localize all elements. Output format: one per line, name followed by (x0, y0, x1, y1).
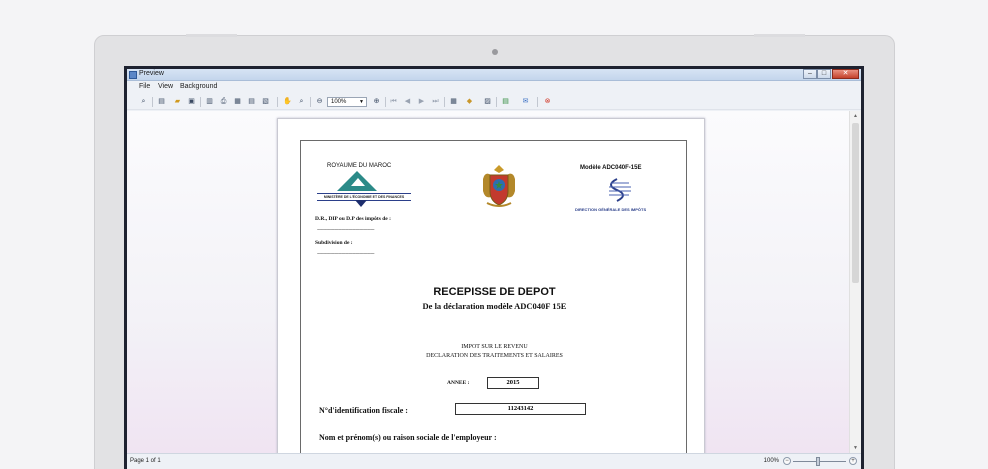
subdivision-label: Subdivision de : (315, 240, 353, 246)
title-bar: Preview – □ ✕ (127, 69, 861, 81)
watermark-icon[interactable]: ▨ (483, 97, 492, 106)
folder-icon[interactable]: ▰ (173, 97, 182, 106)
page-border: ROYAUME DU MAROC MINISTÈRE DE L'ÉCONOMIE… (300, 140, 687, 453)
print-preview-icon[interactable]: ▦ (233, 97, 242, 106)
scroll-up-icon[interactable]: ▲ (850, 111, 861, 121)
laptop-screen: Preview – □ ✕ File View Background ⌕ ▤ ▰… (124, 66, 864, 469)
document-subtitle: De la déclaration modèle ADC040F 15E (422, 301, 567, 311)
document-page: ROYAUME DU MAROC MINISTÈRE DE L'ÉCONOMIE… (277, 118, 705, 453)
toolbar: ⌕ ▤ ▰ ▣ ▥ ⎙ ▦ ▤ ▧ ✋ ⌕ ⊖ 100% ▼ ⊕ ⏮ ◀ ▶ ⏭… (127, 94, 861, 110)
toolbar-separator (444, 97, 445, 107)
toolbar-separator (385, 97, 386, 107)
toolbar-separator (277, 97, 278, 107)
scroll-thumb[interactable] (852, 123, 859, 283)
page-setup-icon[interactable]: ▥ (205, 97, 214, 106)
hand-tool-icon[interactable]: ✋ (283, 97, 292, 106)
employer-name-label: Nom et prénom(s) ou raison sociale de l'… (319, 433, 497, 442)
document-title: RECEPISSE DE DEPOT (433, 286, 556, 298)
year-value: 2015 (487, 377, 539, 389)
zoom-select[interactable]: 100% ▼ (327, 97, 367, 107)
kingdom-text: ROYAUME DU MAROC (327, 163, 392, 169)
year-label: ANNEE : (447, 380, 470, 386)
window-title: Preview (139, 70, 164, 77)
minimize-button[interactable]: – (803, 69, 817, 79)
zoom-slider-thumb[interactable] (816, 457, 820, 466)
tax-id-label: N°d'identification fiscale : (319, 406, 408, 415)
camera-icon (492, 49, 498, 55)
close-button[interactable]: ✕ (832, 69, 859, 79)
page-indicator: Page 1 of 1 (130, 458, 161, 464)
menu-file[interactable]: File (139, 83, 150, 90)
ministry-arrow-icon (355, 200, 367, 207)
tax-type: IMPOT SUR LE REVENU (461, 344, 528, 350)
color-icon[interactable]: ◆ (465, 97, 474, 106)
model-label: Modèle ADC040F-15E (580, 165, 642, 171)
toolbar-separator (200, 97, 201, 107)
toolbar-separator (496, 97, 497, 107)
vertical-scrollbar[interactable]: ▲ ▼ (849, 111, 861, 453)
layout-icon[interactable]: ▧ (261, 97, 270, 106)
toolbar-separator (152, 97, 153, 107)
preview-canvas: ROYAUME DU MAROC MINISTÈRE DE L'ÉCONOMIE… (127, 111, 849, 453)
print-icon[interactable]: ⎙ (219, 97, 228, 106)
dgi-name: DIRECTION GÉNÉRALE DES IMPÔTS (575, 207, 647, 212)
zoom-minus-button[interactable]: − (783, 457, 791, 465)
close-preview-icon[interactable]: ⊗ (543, 97, 552, 106)
hinge-right (754, 34, 805, 37)
toolbar-separator (537, 97, 538, 107)
find-icon[interactable]: ⌕ (139, 97, 148, 106)
email-icon[interactable]: ✉ (521, 97, 530, 106)
menu-bar: File View Background (127, 82, 861, 93)
zoom-percent: 100% (763, 458, 779, 464)
preview-window: Preview – □ ✕ File View Background ⌕ ▤ ▰… (127, 69, 861, 469)
ministry-logo-inner (351, 178, 365, 186)
save-icon[interactable]: ▣ (187, 97, 196, 106)
open-icon[interactable]: ▤ (157, 97, 166, 106)
next-page-icon[interactable]: ▶ (417, 97, 426, 106)
status-bar: Page 1 of 1 100% − + (127, 453, 861, 469)
scroll-down-icon[interactable]: ▼ (850, 443, 861, 453)
app-icon (129, 71, 137, 79)
zoom-in-icon[interactable]: ⊕ (372, 97, 381, 106)
hinge-left (186, 34, 237, 37)
tax-id-value: 11243142 (455, 403, 586, 415)
zoom-tool-icon[interactable]: ⌕ (297, 97, 306, 106)
menu-background[interactable]: Background (180, 83, 217, 90)
zoom-select-value: 100% (331, 99, 347, 105)
menu-view[interactable]: View (158, 83, 173, 90)
subdivision-dots: ----------------------------------------… (317, 252, 375, 257)
dr-label: D.R., DIP ou D.P des impôts de : (315, 216, 391, 222)
multi-page-icon[interactable]: ▦ (449, 97, 458, 106)
chevron-down-icon: ▼ (359, 99, 364, 105)
prev-page-icon[interactable]: ◀ (403, 97, 412, 106)
zoom-plus-button[interactable]: + (849, 457, 857, 465)
export-icon[interactable]: ▤ (501, 97, 510, 106)
dgi-logo-icon (609, 178, 631, 202)
toolbar-separator (310, 97, 311, 107)
maximize-button[interactable]: □ (817, 69, 831, 79)
page-icon[interactable]: ▤ (247, 97, 256, 106)
last-page-icon[interactable]: ⏭ (431, 97, 440, 106)
dr-dots: ----------------------------------------… (317, 228, 375, 233)
zoom-out-icon[interactable]: ⊖ (315, 97, 324, 106)
declaration-type: DECLARATION DES TRAITEMENTS ET SALAIRES (426, 353, 563, 359)
coat-of-arms-icon (483, 165, 515, 207)
first-page-icon[interactable]: ⏮ (389, 97, 398, 106)
